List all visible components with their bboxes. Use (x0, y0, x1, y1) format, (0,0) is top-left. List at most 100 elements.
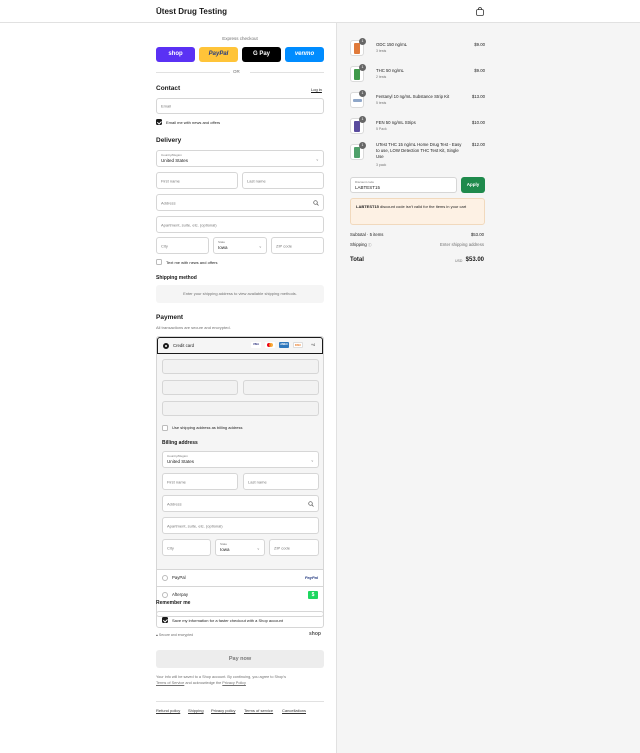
billing-last-name-field[interactable]: Last name (243, 473, 319, 490)
venmo-button[interactable]: venmo (285, 47, 324, 62)
billing-address-field[interactable]: Address (162, 495, 319, 512)
item-price: $9.00 (474, 68, 485, 73)
product-thumbnail: 1 (350, 116, 366, 134)
amex-icon: AMEX (279, 342, 289, 348)
zip-field[interactable]: ZIP code (271, 237, 324, 254)
billing-city-field[interactable]: City (162, 539, 211, 556)
product-thumbnail: 1 (350, 90, 366, 108)
visa-icon: VISA (251, 342, 261, 348)
billing-apartment-field[interactable]: Apartment, suite, etc. (optional) (162, 517, 319, 534)
item-name: Fentanyl 10 ng/mL Substance Strip Kit (376, 94, 450, 99)
billing-country-select[interactable]: Country/Region United States ⌄ (162, 451, 319, 468)
first-name-field[interactable]: First name (156, 172, 238, 189)
zip-placeholder: ZIP code (276, 243, 292, 248)
cancellations-link[interactable]: Cancellations (282, 708, 306, 713)
pay-now-button[interactable]: Pay now (156, 650, 324, 668)
payment-heading: Payment (156, 314, 184, 321)
refund-policy-link[interactable]: Refund policy (156, 708, 180, 713)
legal-text: Your info will be saved to a Shop accoun… (156, 674, 324, 686)
news-checkbox[interactable] (156, 119, 162, 125)
discount-code-value: LABTEST15 (355, 184, 381, 190)
email-field[interactable]: Email (156, 98, 324, 114)
discount-code-field[interactable]: Discount code LABTEST15 (350, 177, 457, 193)
city-field[interactable]: City (156, 237, 209, 254)
save-info-checkbox[interactable] (162, 617, 168, 623)
paypal-radio[interactable] (162, 575, 168, 581)
billing-state-value: Iowa (220, 547, 230, 552)
item-price: $9.00 (474, 42, 485, 47)
subtotal-value: $53.00 (470, 232, 484, 237)
news-label: Email me with news and offers (166, 120, 221, 125)
item-price: $12.00 (471, 142, 485, 147)
google-pay-button[interactable]: G Pay (242, 47, 281, 62)
afterpay-label: Afterpay (172, 592, 189, 597)
terms-of-service-footer-link[interactable]: Terms of service (244, 708, 273, 713)
shopping-bag-icon[interactable] (476, 7, 484, 16)
divider (250, 72, 324, 73)
chevron-down-icon: ⌄ (310, 457, 314, 462)
state-select[interactable]: State Iowa ⌄ (213, 237, 267, 254)
item-name: ODC 150 ng/mL (376, 42, 408, 47)
use-shipping-checkbox[interactable] (162, 425, 168, 431)
address-field[interactable]: Address (156, 194, 324, 211)
total-label: Total (350, 257, 364, 263)
card-number-field[interactable] (162, 359, 319, 374)
apply-button[interactable]: Apply (461, 177, 485, 193)
billing-state-select[interactable]: State Iowa ⌄ (215, 539, 265, 556)
login-link[interactable]: Log in (311, 87, 322, 92)
address-placeholder: Address (161, 200, 176, 205)
billing-first-name-field[interactable]: First name (162, 473, 238, 490)
privacy-policy-footer-link[interactable]: Privacy policy (211, 708, 235, 713)
expiration-field[interactable] (162, 380, 238, 395)
product-image (353, 99, 362, 102)
quantity-badge: 1 (359, 90, 366, 97)
billing-country-label: Country/Region (167, 454, 188, 458)
item-price: $10.00 (471, 120, 485, 125)
paypal-button[interactable]: PayPal (199, 47, 238, 62)
more-cards-count: +4 (311, 343, 315, 347)
item-variant: 5 tests (376, 101, 387, 105)
security-code-field[interactable] (243, 380, 319, 395)
order-summary: 1 ODC 150 ng/mL 3 tests $9.00 1 THC 50 n… (336, 23, 640, 753)
credit-card-option[interactable]: Credit card VISA AMEX DISC +4 (157, 337, 323, 354)
shipping-method-message: Enter your shipping address to view avai… (183, 291, 297, 296)
discount-code-label: Discount code (355, 179, 375, 184)
text-me-checkbox[interactable] (156, 259, 162, 265)
billing-first-name-placeholder: First name (167, 479, 186, 484)
footer-divider (156, 701, 324, 702)
store-name[interactable]: Ūtest Drug Testing (156, 7, 227, 16)
secure-encrypted: 🔒︎ Secure and encrypted (156, 633, 193, 637)
divider (156, 72, 230, 73)
discount-warning: LABTEST15 discount code isn't valid for … (350, 198, 485, 225)
quantity-badge: 1 (359, 142, 366, 149)
product-image (354, 147, 360, 158)
shipping-label: Shipping ⓘ (350, 242, 371, 248)
contact-heading: Contact (156, 85, 181, 92)
credit-card-radio[interactable] (163, 343, 169, 349)
remember-me-panel: Save my information for a faster checkou… (156, 611, 324, 628)
shop-pay-button[interactable]: shop (156, 47, 195, 62)
last-name-field[interactable]: Last name (242, 172, 324, 189)
credit-card-details: Use shipping address as billing address … (157, 354, 323, 569)
paypal-option[interactable]: PayPal PayPal (157, 569, 323, 586)
name-on-card-field[interactable] (162, 401, 319, 416)
save-info-label: Save my information for a faster checkou… (172, 618, 283, 623)
item-variant: 3 pack (376, 163, 387, 167)
apartment-field[interactable]: Apartment, suite, etc. (optional) (156, 216, 324, 233)
discover-icon: DISC (293, 342, 303, 348)
terms-of-service-link[interactable]: Terms of Service (156, 681, 184, 685)
privacy-policy-link[interactable]: Privacy Policy (222, 681, 246, 685)
billing-address-placeholder: Address (167, 501, 182, 506)
product-image (354, 121, 360, 132)
payment-methods: Credit card VISA AMEX DISC +4 Use shippi… (156, 336, 324, 617)
country-select[interactable]: Country/Region United States ⌄ (156, 150, 324, 167)
help-icon[interactable]: ⓘ (368, 243, 372, 247)
afterpay-radio[interactable] (162, 592, 168, 598)
warning-text: discount code isn't valid for the items … (378, 204, 467, 209)
shipping-policy-link[interactable]: Shipping (188, 708, 204, 713)
quantity-badge: 1 (359, 38, 366, 45)
billing-state-label: State (220, 542, 228, 546)
chevron-down-icon: ⌄ (315, 156, 319, 161)
billing-zip-field[interactable]: ZIP code (269, 539, 319, 556)
total-value: $53.00 (465, 257, 484, 263)
